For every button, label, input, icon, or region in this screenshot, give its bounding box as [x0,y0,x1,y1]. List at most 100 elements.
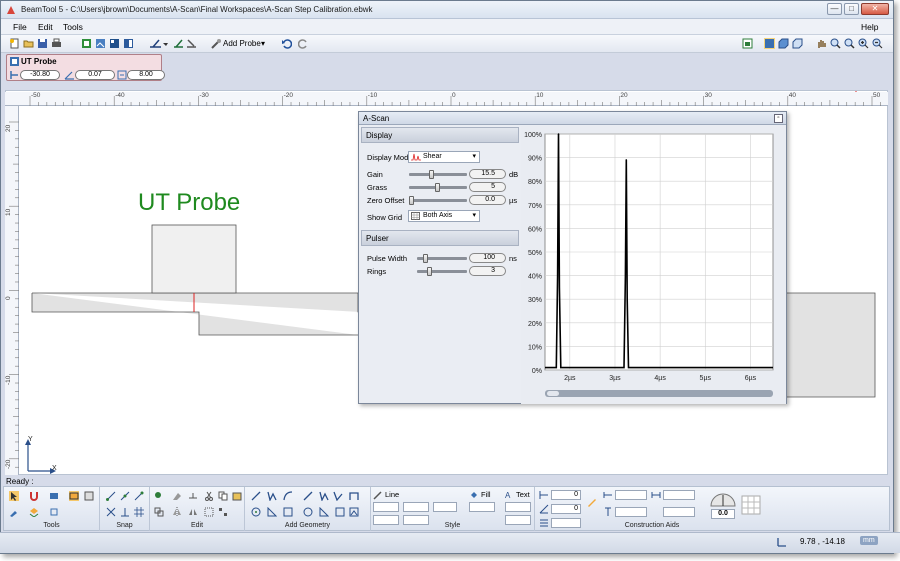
chevron-down-icon[interactable]: ▾ [261,39,265,48]
menu-file[interactable]: File [13,22,27,32]
zigzag-tool-icon[interactable] [319,491,329,501]
gain-spinner[interactable]: 15.5 [469,169,506,179]
gain-slider[interactable] [409,170,467,179]
paint-icon[interactable] [9,507,19,517]
ascan-window[interactable]: A-Scan ▫ Display Display Mode Shear ▾ Ga… [358,111,787,404]
cut-icon[interactable] [204,491,214,501]
fill-color-select[interactable] [469,502,495,512]
undo-icon[interactable] [281,38,292,49]
mirror-icon[interactable] [172,507,182,517]
offset-icon[interactable] [154,507,164,517]
print-icon[interactable] [51,38,62,49]
export-icon[interactable] [81,38,92,49]
chart-scrollbar-thumb[interactable] [547,391,559,396]
image-insert-icon[interactable] [349,507,359,517]
transform-icon[interactable] [49,507,59,517]
units-badge[interactable]: mm [860,536,878,545]
width-icon[interactable] [651,490,661,500]
zoom-in-icon[interactable] [858,38,869,49]
view-iso-icon[interactable] [792,38,803,49]
measure-icon[interactable] [173,38,184,49]
probe-shape[interactable] [151,224,237,294]
report-icon[interactable] [123,38,134,49]
cursor-edit-icon[interactable] [186,38,197,49]
menu-help[interactable]: Help [861,22,878,32]
guide-offset-field[interactable]: 0 [551,490,581,500]
angle-dial-icon[interactable] [709,489,737,507]
text-font-select[interactable] [505,502,531,512]
probe-angle-field[interactable]: 0.07 [75,70,115,80]
trim-icon[interactable] [188,491,198,501]
open-folder-icon[interactable] [23,38,34,49]
paste-icon[interactable] [232,491,242,501]
snap-midpoint-icon[interactable] [120,491,130,501]
rings-slider[interactable] [417,267,467,276]
rings-spinner[interactable]: 3 [469,266,506,276]
close-button[interactable]: ✕ [861,3,889,15]
view-2d-icon[interactable] [764,38,775,49]
height-field[interactable] [663,507,695,517]
maximize-button[interactable]: □ [844,3,859,15]
grass-slider-thumb[interactable] [435,183,440,192]
gain-slider-thumb[interactable] [429,170,434,179]
snap-intersection-icon[interactable] [106,507,116,517]
add-probe-button[interactable]: Add Probe [223,39,261,48]
grass-spinner[interactable]: 5 [469,182,506,192]
window-layout-icon[interactable] [742,38,753,49]
ascan-chart[interactable]: 100% 90% 80% 70% 60% 50% 40% 30% 20% 10% 0% 2µs 3µs 4… [521,126,786,404]
chart-scrollbar[interactable] [545,390,773,397]
new-file-icon[interactable] [9,38,20,49]
ascan-restore-icon[interactable]: ▫ [774,114,783,123]
width-field[interactable] [663,490,695,500]
triangle-tool-icon[interactable] [267,507,277,517]
copy-icon[interactable] [218,491,228,501]
grass-slider[interactable] [409,183,467,192]
select-tool-icon[interactable] [9,491,19,501]
pulser-section-header[interactable]: Pulser [361,230,519,246]
snap-nearest-icon[interactable] [134,491,144,501]
bracket-tool-icon[interactable] [349,491,359,501]
menu-edit[interactable]: Edit [38,22,53,32]
pulse-width-slider[interactable] [417,254,467,263]
horizontal-guide-icon[interactable] [539,490,549,500]
distance-h-icon[interactable] [603,490,613,500]
circle-center-icon[interactable] [303,507,313,517]
display-icon[interactable] [49,491,59,501]
arc-tool-icon[interactable] [283,491,293,501]
rings-slider-thumb[interactable] [427,267,432,276]
snap-perpendicular-icon[interactable] [120,507,130,517]
step-tool-icon[interactable] [333,491,343,501]
minimize-button[interactable]: — [827,3,842,15]
snap-endpoint-icon[interactable] [106,491,116,501]
probe-x-field[interactable]: -30.80 [20,70,60,80]
part-left-block[interactable] [31,292,360,336]
probe-tool-icon[interactable] [149,38,169,49]
line-tool-icon[interactable] [251,491,261,501]
part-right-block[interactable] [787,292,876,398]
pulse-width-slider-thumb[interactable] [423,254,428,263]
pan-hand-icon[interactable] [816,38,827,49]
save-icon[interactable] [37,38,48,49]
magnet-icon[interactable] [29,491,39,501]
display-mode-select[interactable]: Shear ▾ [408,151,480,163]
probe-panel[interactable]: UT Probe -30.80 0.07 8.00 [6,54,165,81]
fill-mode-icon[interactable] [69,491,79,501]
zero-offset-spinner[interactable]: 0.0 [469,195,506,205]
polyline-tool-icon[interactable] [267,491,277,501]
snap-grid-icon[interactable] [134,507,144,517]
group-icon[interactable] [154,491,164,501]
zero-offset-slider-thumb[interactable] [409,196,414,205]
pulse-width-spinner[interactable]: 100 [469,253,506,263]
distance-v-icon[interactable] [603,507,613,517]
array-icon[interactable] [218,507,228,517]
pencil-icon[interactable] [587,497,597,507]
distance-h-field[interactable] [615,490,647,500]
image-icon[interactable] [95,38,106,49]
layer-icon[interactable] [29,507,39,517]
ascan-title-bar[interactable]: A-Scan ▫ [359,112,786,125]
layout-icon[interactable] [109,38,120,49]
zoom-fit-icon[interactable] [830,38,841,49]
menu-tools[interactable]: Tools [63,22,83,32]
zoom-out-icon[interactable] [872,38,883,49]
probe-size-field[interactable]: 8.00 [127,70,165,80]
